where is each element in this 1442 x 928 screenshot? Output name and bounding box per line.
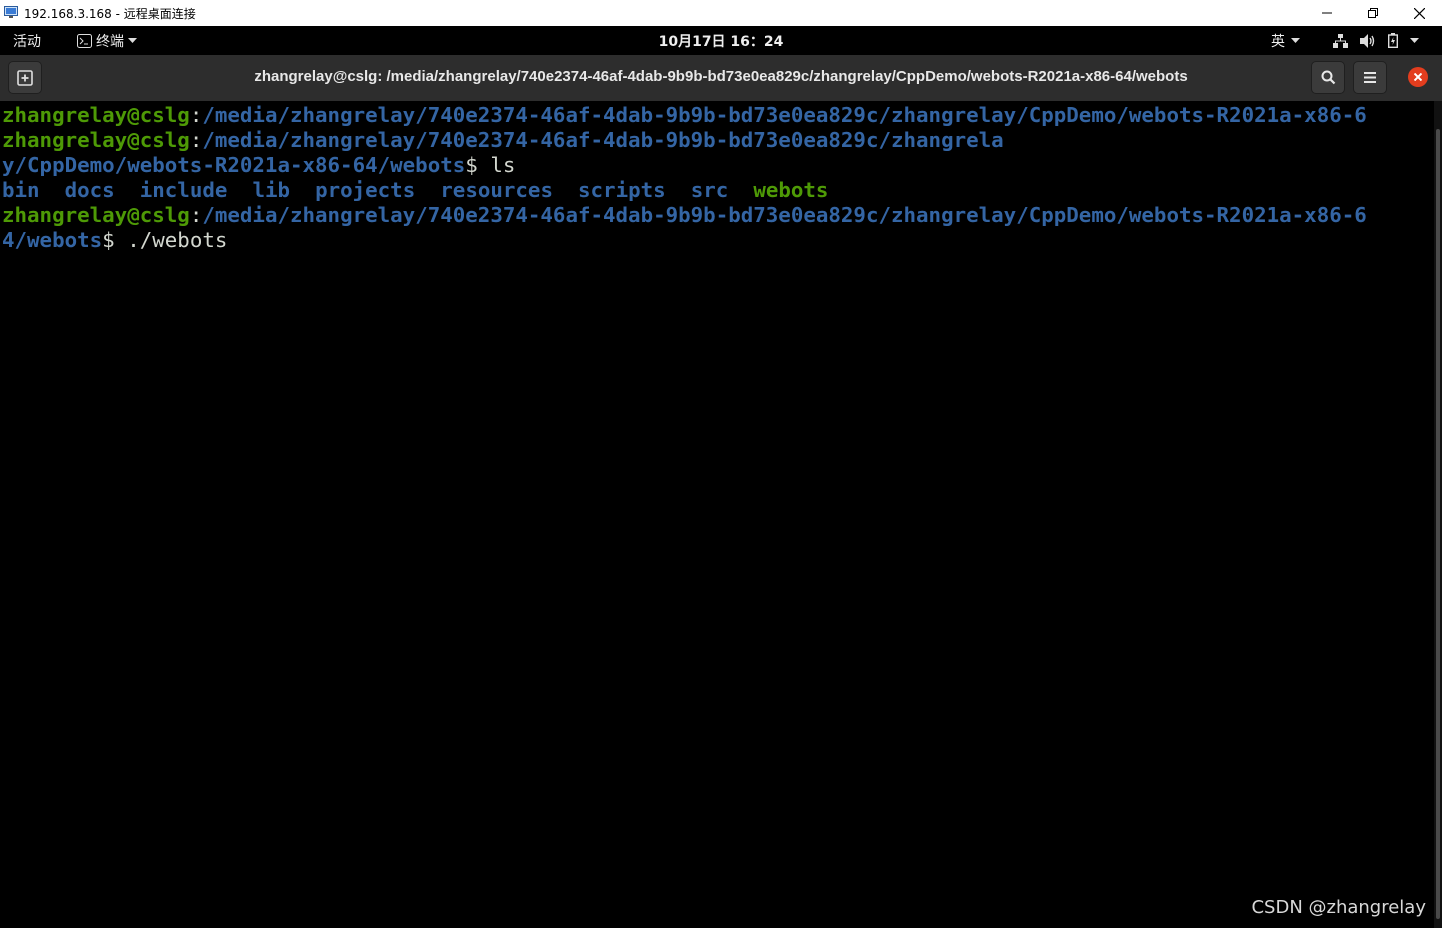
terminal-line: zhangrelay@cslg:/media/zhangrelay/740e23… — [2, 103, 1367, 128]
prompt-user: zhangrelay@cslg — [2, 203, 190, 227]
input-method-label: 英 — [1271, 34, 1285, 50]
terminal-close-button[interactable] — [1408, 67, 1428, 87]
ls-entry-dir: resources — [440, 178, 553, 202]
ls-output-line: bin docs include lib projects resources … — [2, 178, 828, 203]
terminal-line: zhangrelay@cslg:/media/zhangrelay/740e23… — [2, 128, 1004, 153]
terminal-line: 4/webots$ ./webots — [2, 228, 227, 253]
prompt-path: /media/zhangrelay/740e2374-46af-4dab-9b9… — [202, 203, 1367, 227]
ls-entry-dir: bin — [2, 178, 40, 202]
menu-button[interactable] — [1353, 61, 1387, 94]
ls-entry-dir: docs — [64, 178, 115, 202]
terminal-header-bar: zhangrelay@cslg: /media/zhangrelay/740e2… — [0, 55, 1442, 102]
prompt-path: /media/zhangrelay/740e2374-46af-4dab-9b9… — [202, 103, 1367, 127]
prompt-symbol: $ — [465, 153, 491, 177]
prompt-separator: : — [189, 128, 203, 152]
search-icon — [1321, 70, 1335, 85]
csdn-watermark: CSDN @zhangrelay — [1251, 897, 1426, 918]
ls-entry-dir: projects — [315, 178, 416, 202]
terminal-output[interactable]: zhangrelay@cslg:/media/zhangrelay/740e23… — [0, 101, 1434, 928]
ls-entry-dir: scripts — [578, 178, 666, 202]
clock[interactable]: 10月17日 16：24 — [0, 31, 1442, 51]
terminal-scrollbar[interactable] — [1434, 101, 1442, 928]
restore-button[interactable] — [1350, 0, 1396, 26]
close-icon — [1413, 7, 1425, 19]
prompt-user: zhangrelay@cslg — [2, 103, 190, 127]
search-button[interactable] — [1311, 61, 1345, 94]
prompt-symbol: $ — [102, 228, 128, 252]
remote-desktop-icon — [4, 6, 18, 18]
prompt-user: zhangrelay@cslg — [2, 128, 190, 152]
hamburger-menu-icon — [1364, 72, 1376, 83]
network-icon — [1333, 33, 1348, 48]
volume-icon — [1360, 33, 1375, 48]
close-button[interactable] — [1396, 0, 1442, 26]
close-icon — [1414, 73, 1422, 81]
ls-entry-dir: lib — [252, 178, 291, 202]
minimize-button[interactable] — [1304, 0, 1350, 26]
prompt-separator: : — [189, 203, 203, 227]
command-text: ls — [490, 153, 516, 177]
prompt-path: 4/webots — [2, 228, 103, 252]
command-text: ./webots — [127, 228, 228, 252]
scrollbar-thumb[interactable] — [1436, 129, 1440, 919]
prompt-separator: : — [189, 103, 203, 127]
rdp-window-title: 192.168.3.168 - 远程桌面连接 — [24, 7, 196, 21]
prompt-path: /media/zhangrelay/740e2374-46af-4dab-9b9… — [202, 128, 1004, 152]
chevron-down-icon — [1291, 38, 1300, 43]
ls-entry-dir: include — [139, 178, 228, 202]
system-status-menu[interactable] — [1333, 33, 1419, 48]
battery-icon — [1388, 33, 1398, 48]
ls-entry-dir: src — [690, 178, 729, 202]
restore-icon — [1368, 8, 1378, 18]
gnome-top-bar: 活动 终端 10月17日 16：24 英 — [0, 26, 1442, 55]
rdp-title-bar: 192.168.3.168 - 远程桌面连接 — [0, 0, 1442, 26]
terminal-line: y/CppDemo/webots-R2021a-x86-64/webots$ l… — [2, 153, 515, 178]
input-method-menu[interactable]: 英 — [1271, 31, 1300, 51]
terminal-line: zhangrelay@cslg:/media/zhangrelay/740e23… — [2, 203, 1367, 228]
terminal-window-title: zhangrelay@cslg: /media/zhangrelay/740e2… — [254, 68, 1188, 85]
minimize-icon — [1322, 12, 1332, 14]
chevron-down-icon — [1410, 37, 1419, 43]
prompt-path: y/CppDemo/webots-R2021a-x86-64/webots — [2, 153, 466, 177]
ls-entry-executable: webots — [753, 178, 829, 202]
